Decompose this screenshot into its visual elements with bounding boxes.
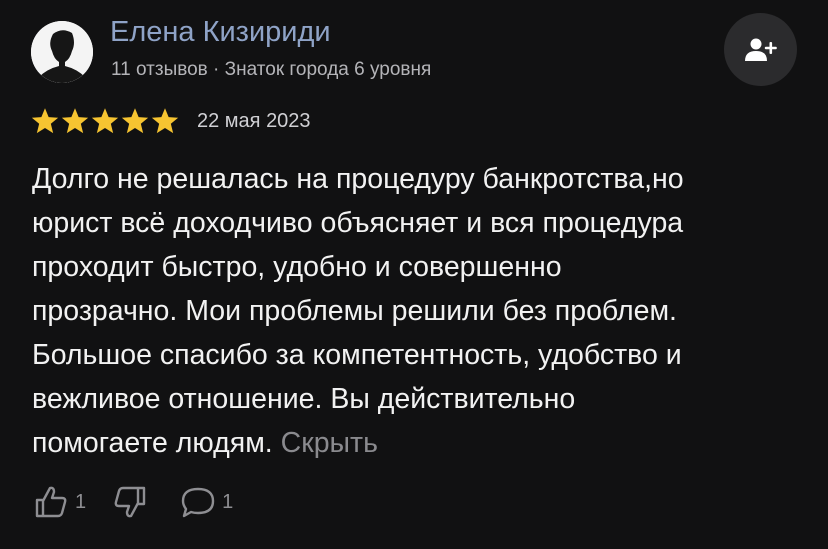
star-rating — [30, 107, 180, 135]
review-text: Долго не решалась на процедуру банкротст… — [32, 157, 802, 465]
star-icon — [31, 108, 59, 134]
comment-icon — [181, 487, 215, 518]
review-text-segment: прозрачно. Мои проблемы решили без пробл… — [32, 295, 677, 327]
star-icon — [91, 108, 119, 134]
review-date: 22 мая 2023 — [197, 109, 311, 132]
review-text-segment: проходит быстро, удобно и совершенно — [32, 251, 562, 283]
comment-count: 1 — [222, 490, 234, 513]
review-text-segment: Долго не решалась на процедуру банкротст… — [32, 163, 684, 195]
review-text-line: вежливое отношение. Вы действительно — [32, 377, 802, 421]
star-icon — [151, 108, 179, 134]
author-name[interactable]: Елена Кизириди — [110, 16, 331, 49]
star-icon — [121, 108, 149, 134]
like-count: 1 — [75, 490, 87, 513]
star-icon — [61, 108, 89, 134]
thumbs-down-icon — [114, 486, 146, 518]
comment-button[interactable]: 1 — [178, 482, 233, 522]
author-meta: 11 отзывов · Знаток города 6 уровня — [111, 59, 432, 80]
thumbs-up-icon — [35, 486, 67, 518]
avatar[interactable] — [31, 21, 93, 83]
review-text-line: проходит быстро, удобно и совершенно — [32, 245, 802, 289]
review-text-segment: Большое спасибо за компетентность, удобс… — [32, 339, 682, 371]
review-text-line: юрист всё доходчиво объясняет и вся проц… — [32, 201, 802, 245]
dislike-button[interactable] — [110, 482, 150, 522]
user-silhouette-icon — [31, 21, 93, 83]
add-user-icon — [744, 38, 777, 61]
review-text-segment: юрист всё доходчиво объясняет и вся проц… — [32, 207, 684, 239]
review-actions: 1 1 — [31, 482, 233, 522]
collapse-link[interactable]: Скрыть — [281, 427, 378, 459]
subscribe-button[interactable] — [724, 13, 797, 86]
review-text-segment: помогаете людям. — [32, 427, 273, 459]
review-text-line: Большое спасибо за компетентность, удобс… — [32, 333, 802, 377]
rating-row: 22 мая 2023 — [30, 106, 311, 136]
review-text-segment: вежливое отношение. Вы действительно — [32, 383, 576, 415]
review-text-line: помогаете людям. Скрыть — [32, 421, 802, 465]
review-text-line: Долго не решалась на процедуру банкротст… — [32, 157, 802, 201]
review-text-line: прозрачно. Мои проблемы решили без пробл… — [32, 289, 802, 333]
like-button[interactable]: 1 — [31, 482, 86, 522]
